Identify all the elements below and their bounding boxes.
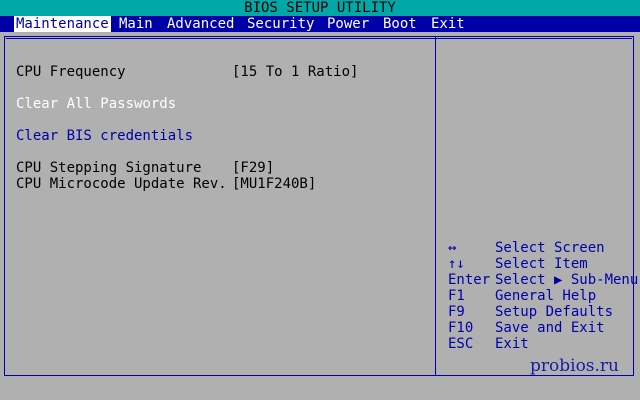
clear-passwords-label[interactable]: Clear All Passwords [16,96,176,112]
setting-microcode: CPU Microcode Update Rev. [MU1F240B] [16,176,416,192]
setting-stepping-signature: CPU Stepping Signature [F29] [16,160,416,176]
tab-exit[interactable]: Exit [429,16,467,32]
tab-main[interactable]: Main [117,16,155,32]
arrows-lr-icon: ↔ [448,240,457,256]
help-desc: Exit [495,336,529,352]
setting-clear-bis[interactable]: Clear BIS credentials [16,128,193,144]
help-desc: Select Screen [495,240,605,256]
cpu-frequency-label: CPU Frequency [16,64,126,80]
tab-maintenance[interactable]: Maintenance [14,16,111,32]
frame-inner-line [6,38,632,39]
title-bar: BIOS SETUP UTILITY [0,0,640,16]
setting-clear-passwords[interactable]: Clear All Passwords [16,96,176,112]
tab-boot[interactable]: Boot [381,16,419,32]
help-key: F1 [448,288,465,304]
help-desc: Setup Defaults [495,304,614,320]
help-key: F10 [448,320,474,336]
help-desc: Save and Exit [495,320,605,336]
clear-bis-label[interactable]: Clear BIS credentials [16,128,193,144]
microcode-label: CPU Microcode Update Rev. [16,176,227,192]
cpu-frequency-value[interactable]: [15 To 1 Ratio] [232,64,358,80]
help-desc: Select Item [495,256,588,272]
help-desc: Select ▶ Sub-Menu [495,272,639,288]
setting-cpu-frequency[interactable]: CPU Frequency [15 To 1 Ratio] [16,64,416,80]
bottom-bar [0,380,640,400]
title-text: BIOS SETUP UTILITY [244,0,396,16]
tab-power[interactable]: Power [325,16,371,32]
microcode-value: [MU1F240B] [232,176,317,192]
stepping-label: CPU Stepping Signature [16,160,202,176]
stepping-value: [F29] [232,160,275,176]
tab-advanced[interactable]: Advanced [165,16,236,32]
tab-security[interactable]: Security [245,16,316,32]
help-key: F9 [448,304,465,320]
watermark-text: probios.ru [530,356,620,376]
help-key: ESC [448,336,474,352]
panel-divider [435,36,436,376]
help-key: Enter [448,272,491,288]
menu-bar: Maintenance Main Advanced Security Power… [0,16,640,32]
arrows-ud-icon: ↑↓ [448,256,465,272]
help-desc: General Help [495,288,597,304]
